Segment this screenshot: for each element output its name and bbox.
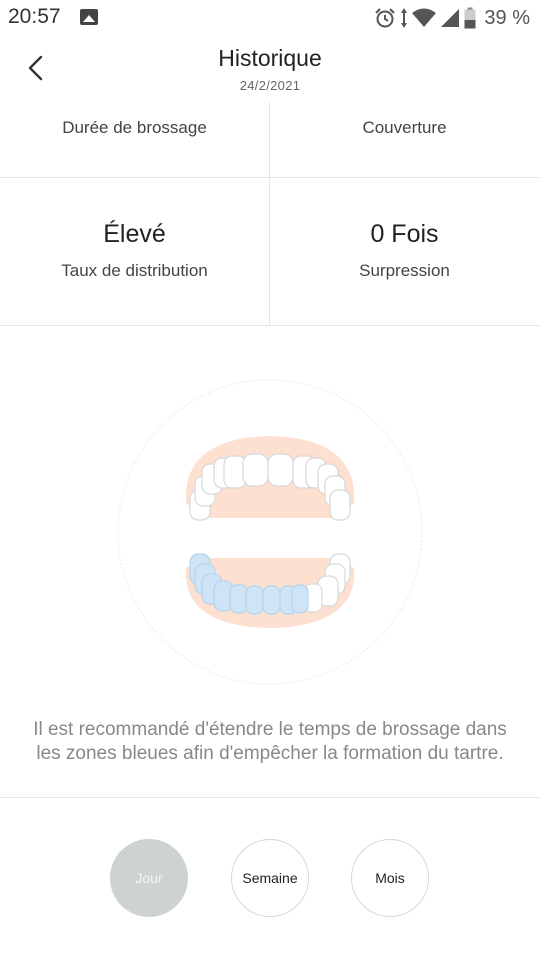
page-title: Historique bbox=[218, 45, 322, 71]
image-icon bbox=[80, 9, 98, 25]
status-icons: 39 % bbox=[374, 4, 530, 32]
status-time: 20:57 bbox=[8, 5, 61, 28]
stat-value: Élevé bbox=[103, 220, 166, 248]
stat-overpressure: 0 Fois Surpression bbox=[270, 220, 539, 281]
alarm-icon bbox=[375, 8, 396, 28]
stat-brushing-duration: Durée de brossage bbox=[0, 118, 269, 138]
header: Historique 24/2/2021 bbox=[0, 36, 540, 102]
recommendation-text: Il est recommandé d'étendre le temps de … bbox=[33, 719, 507, 764]
stats-grid: Durée de brossage Couverture Élevé Taux … bbox=[0, 102, 540, 326]
stat-value: 0 Fois bbox=[370, 220, 439, 248]
page-date: 24/2/2021 bbox=[239, 78, 301, 93]
battery-icon bbox=[464, 7, 476, 29]
teeth-diagram-icon bbox=[117, 379, 423, 685]
status-bar: 20:57 39 % bbox=[0, 0, 540, 36]
stat-coverage: Couverture bbox=[270, 118, 539, 138]
period-day-button[interactable]: Jour bbox=[110, 839, 188, 917]
period-week-button[interactable]: Semaine bbox=[231, 839, 309, 917]
stat-label: Taux de distribution bbox=[61, 261, 208, 280]
signal-icon bbox=[441, 9, 460, 27]
wifi-icon bbox=[412, 8, 437, 27]
stat-distribution-rate: Élevé Taux de distribution bbox=[0, 220, 269, 281]
stat-label: Durée de brossage bbox=[62, 118, 207, 137]
battery-level: 39 % bbox=[484, 6, 530, 29]
divider bbox=[0, 797, 540, 798]
stat-label: Surpression bbox=[359, 261, 450, 280]
period-month-button[interactable]: Mois bbox=[351, 839, 429, 917]
stats-divider-horizontal bbox=[0, 177, 540, 178]
stat-label: Couverture bbox=[362, 118, 447, 137]
teeth-area bbox=[0, 326, 540, 726]
data-arrows-icon bbox=[401, 8, 408, 28]
